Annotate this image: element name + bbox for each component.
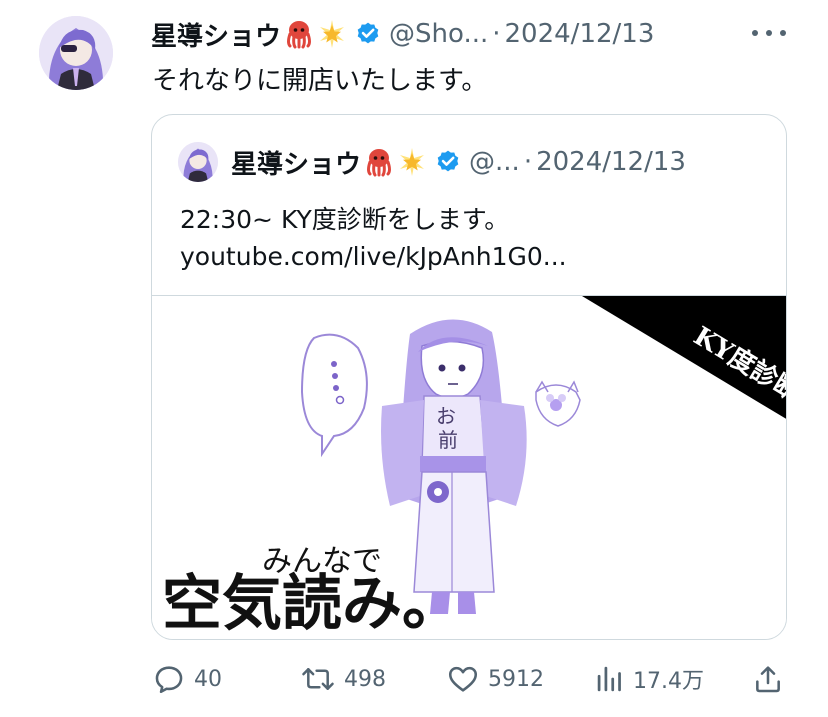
- repost-button[interactable]: 498: [300, 657, 386, 701]
- octopus-emoji-icon: [364, 147, 394, 177]
- video-thumbnail[interactable]: KY度診断 お 前 みんなで 空気読み。: [152, 295, 786, 639]
- reply-icon: [155, 666, 183, 694]
- quoted-tweet-card[interactable]: 星導ショウ @... · 2024/12/13 22:30~ KY度診断をします…: [151, 114, 787, 640]
- tweet-actions-bar: 40 498 5912 17.4万: [0, 657, 828, 701]
- quoted-tweet-date: 2024/12/13: [536, 147, 686, 177]
- heart-icon: [448, 666, 478, 692]
- reply-count: 40: [194, 666, 222, 692]
- share-icon: [756, 666, 780, 693]
- thumbnail-title: 空気読み。: [162, 569, 462, 639]
- quoted-author-handle: @...: [469, 147, 520, 177]
- author-name[interactable]: 星導ショウ: [151, 16, 281, 53]
- author-handle[interactable]: @Sho...: [389, 19, 488, 49]
- views-button[interactable]: 17.4万: [595, 657, 704, 701]
- reply-button[interactable]: 40: [152, 657, 222, 701]
- author-avatar[interactable]: [39, 16, 113, 90]
- glowing-star-icon: [397, 147, 427, 177]
- octopus-emoji-icon: [284, 19, 314, 49]
- thumbnail-robe-text-2: 前: [438, 428, 458, 452]
- tweet-date[interactable]: 2024/12/13: [505, 19, 655, 49]
- quoted-tweet-header: 星導ショウ @... · 2024/12/13: [231, 142, 686, 182]
- repost-count: 498: [344, 666, 386, 692]
- more-dot-icon: [780, 30, 786, 36]
- glowing-star-icon: [317, 19, 347, 49]
- views-chart-icon: [597, 666, 621, 692]
- verified-badge-icon: [435, 149, 461, 175]
- like-button[interactable]: 5912: [446, 657, 544, 701]
- quoted-author-avatar: [178, 142, 218, 182]
- repost-icon: [302, 668, 334, 690]
- separator-dot: ·: [492, 19, 501, 49]
- quoted-tweet-text: 22:30~ KY度診断をします。: [180, 205, 510, 234]
- separator-dot: ·: [523, 147, 533, 177]
- quoted-tweet-link[interactable]: youtube.com/live/kJpAnh1G0...: [180, 242, 567, 271]
- more-options-button[interactable]: [752, 18, 786, 48]
- quoted-author-name: 星導ショウ: [231, 149, 362, 180]
- like-count: 5912: [488, 666, 544, 692]
- more-dot-icon: [752, 30, 758, 36]
- views-count: 17.4万: [633, 669, 704, 694]
- tweet-text: それなりに開店いたします。: [152, 66, 488, 96]
- verified-badge-icon: [355, 21, 381, 47]
- tweet-header: 星導ショウ @Sho... · 2024/12/13: [151, 14, 654, 54]
- more-dot-icon: [766, 30, 772, 36]
- avatar-image: [39, 16, 113, 90]
- share-button[interactable]: [752, 657, 784, 701]
